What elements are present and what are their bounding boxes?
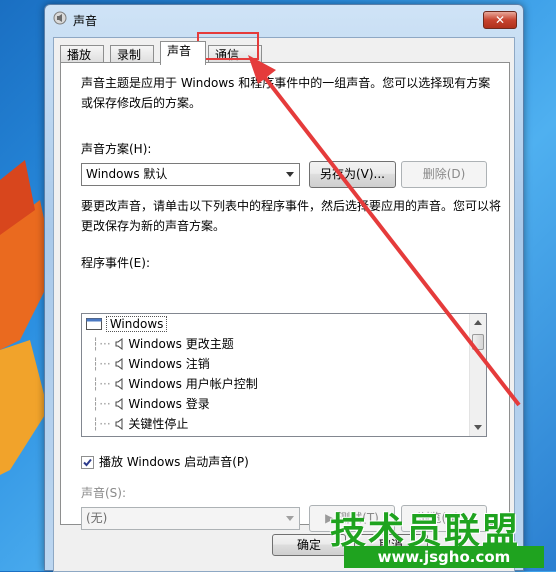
sound-dialog: 声音 ✕ 播放 录制 声音 通信 声音主题是应用于 Windows 和程序事件中… [44,4,524,572]
watermark-url: www.jsgho.com [344,546,544,568]
startup-sound-checkbox[interactable] [81,456,94,469]
list-item[interactable]: ┆··· Windows 用户帐户控制 [92,374,258,394]
scroll-up-icon[interactable] [474,320,482,325]
scheme-label: 声音方案(H): [81,142,152,156]
dialog-body: 播放 录制 声音 通信 声音主题是应用于 Windows 和程序事件中的一组声音… [53,37,515,572]
speaker-icon [115,378,122,390]
sound-scheme-dropdown[interactable]: Windows 默认 [81,163,300,186]
list-item-label: Windows 注销 [128,357,210,371]
close-icon: ✕ [494,13,506,27]
scrollbar-thumb[interactable] [472,334,484,350]
list-item[interactable]: ┆··· Windows 注销 [92,354,210,374]
scroll-down-icon[interactable] [474,425,482,430]
speaker-icon [115,358,122,370]
watermark-logo: 技术员联盟 www.jsgho.com [326,500,556,571]
sound-dropdown[interactable]: (无) [81,507,300,530]
delete-button[interactable]: 删除(D) [401,161,487,188]
sound-scheme-value: Windows 默认 [86,167,168,181]
events-label: 程序事件(E): [81,256,150,270]
list-item-label: Windows 用户帐户控制 [128,377,258,391]
list-item[interactable]: ┆··· Windows 更改主题 [92,334,234,354]
startup-sound-label[interactable]: 播放 Windows 启动声音(P) [99,452,249,472]
annotation-highlight-box [197,32,259,60]
speaker-app-icon [53,11,67,25]
checkmark-icon [83,458,92,467]
title-bar[interactable]: 声音 ✕ [45,5,523,33]
speaker-icon [115,398,122,410]
chevron-down-icon [286,172,294,177]
intro-text: 声音主题是应用于 Windows 和程序事件中的一组声音。您可以选择现有方案或保… [81,76,491,110]
save-as-button[interactable]: 另存为(V)... [309,161,396,188]
list-item[interactable]: ┆··· Windows 登录 [92,394,210,414]
list-item[interactable]: Windows [86,314,168,334]
list-item-label: Windows [105,316,168,332]
instructions-text: 要更改声音，请单击以下列表中的程序事件，然后选择要应用的声音。您可以将更改保存为… [81,199,502,233]
list-item-label: Windows 登录 [128,397,210,411]
window-title: 声音 [73,14,98,28]
list-item-label: 关键性停止 [128,417,189,431]
sound-value: (无) [86,511,108,525]
sounds-panel: 声音主题是应用于 Windows 和程序事件中的一组声音。您可以选择现有方案或保… [60,62,510,532]
speaker-icon [115,418,122,430]
list-item-label: Windows 更改主题 [128,337,234,351]
close-button[interactable]: ✕ [483,11,517,29]
list-item[interactable]: ┆··· 关键性停止 [92,414,188,434]
tab-sounds[interactable]: 声音 [160,41,206,65]
events-scrollbar[interactable] [469,314,486,436]
chevron-down-icon [286,516,294,521]
speaker-icon [115,338,122,350]
program-events-list[interactable]: Windows ┆··· Windows 更改主题 ┆··· Windows 注… [81,313,487,437]
window-icon [86,318,102,330]
sound-label: 声音(S): [81,486,127,500]
